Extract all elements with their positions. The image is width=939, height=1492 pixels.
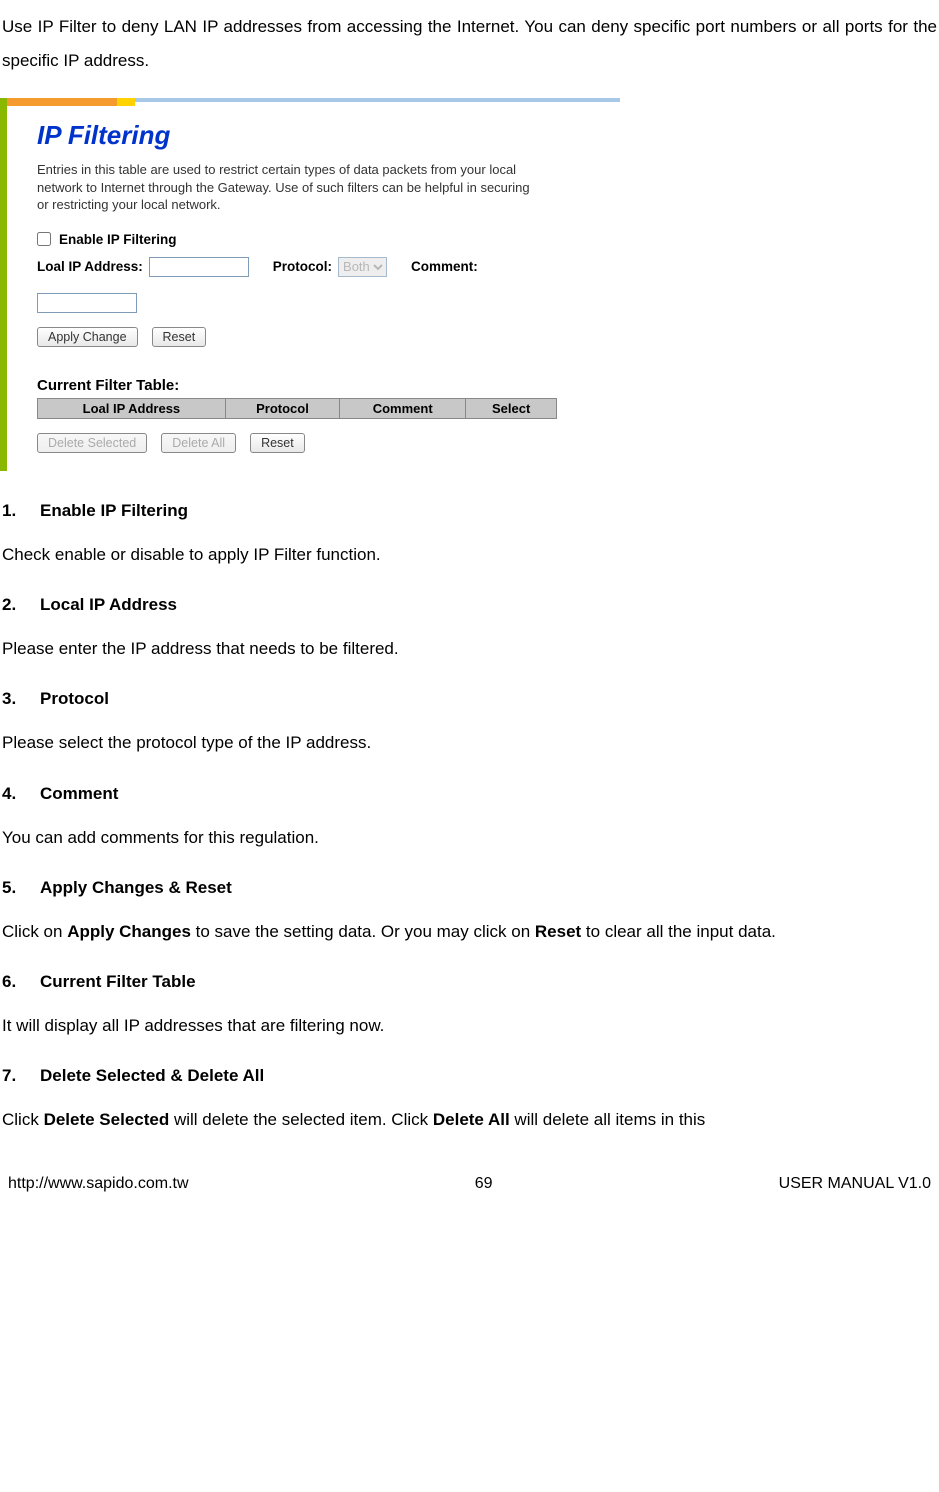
enable-ip-filtering-checkbox[interactable] [37,232,51,246]
page-footer: http://www.sapido.com.tw 69 USER MANUAL … [0,1145,939,1207]
col-protocol: Protocol [225,398,339,418]
item-body: You can add comments for this regulation… [2,822,937,854]
item-title: Protocol [40,689,109,708]
local-ip-label: Loal IP Address: [37,259,143,274]
delete-all-button[interactable]: Delete All [161,433,236,453]
item-4: 4.Comment You can add comments for this … [2,784,937,854]
item-1: 1.Enable IP Filtering Check enable or di… [2,501,937,571]
input-fields-row: Loal IP Address: Protocol: Both Comment: [37,257,600,277]
item-body: Click Delete Selected will delete the se… [2,1104,937,1136]
filter-table: Loal IP Address Protocol Comment Select [37,398,557,419]
intro-paragraph: Use IP Filter to deny LAN IP addresses f… [0,10,939,98]
footer-manual-version: USER MANUAL V1.0 [779,1175,931,1193]
item-title: Current Filter Table [40,972,196,991]
item-title: Delete Selected & Delete All [40,1066,264,1085]
col-comment: Comment [340,398,466,418]
footer-page-number: 69 [475,1175,493,1193]
panel-title: IP Filtering [37,120,600,151]
item-number: 5. [2,878,40,898]
apply-reset-buttons: Apply Change Reset [37,327,600,347]
item-number: 7. [2,1066,40,1086]
item-number: 6. [2,972,40,992]
panel-description: Entries in this table are used to restri… [37,161,537,214]
item-title: Apply Changes & Reset [40,878,232,897]
item-body: Please enter the IP address that needs t… [2,633,937,665]
item-2: 2.Local IP Address Please enter the IP a… [2,595,937,665]
table-buttons-row: Delete Selected Delete All Reset [37,433,600,453]
item-3: 3.Protocol Please select the protocol ty… [2,689,937,759]
ip-filtering-screenshot: IP Filtering Entries in this table are u… [0,98,620,471]
item-title: Enable IP Filtering [40,501,188,520]
item-title: Local IP Address [40,595,177,614]
item-title: Comment [40,784,118,803]
item-number: 4. [2,784,40,804]
enable-ip-filtering-label: Enable IP Filtering [59,232,177,247]
decorative-top-bar [7,98,620,106]
protocol-label: Protocol: [273,259,332,274]
item-7: 7.Delete Selected & Delete All Click Del… [2,1066,937,1136]
item-number: 1. [2,501,40,521]
current-filter-table-label: Current Filter Table: [37,377,600,394]
reset-button[interactable]: Reset [152,327,207,347]
delete-selected-button[interactable]: Delete Selected [37,433,147,453]
col-local-ip: Loal IP Address [38,398,226,418]
reset-table-button[interactable]: Reset [250,433,305,453]
comment-label: Comment: [411,259,478,274]
item-body: Click on Apply Changes to save the setti… [2,916,937,948]
item-body: It will display all IP addresses that ar… [2,1010,937,1042]
table-header-row: Loal IP Address Protocol Comment Select [38,398,557,418]
second-input-row [37,287,600,313]
item-number: 3. [2,689,40,709]
item-body: Check enable or disable to apply IP Filt… [2,539,937,571]
item-6: 6.Current Filter Table It will display a… [2,972,937,1042]
item-body: Please select the protocol type of the I… [2,727,937,759]
footer-url: http://www.sapido.com.tw [8,1175,189,1193]
col-select: Select [466,398,557,418]
apply-change-button[interactable]: Apply Change [37,327,138,347]
enable-ip-filtering-row: Enable IP Filtering [37,232,600,247]
item-number: 2. [2,595,40,615]
comment-input[interactable] [37,293,137,313]
item-5: 5.Apply Changes & Reset Click on Apply C… [2,878,937,948]
protocol-select[interactable]: Both [338,257,387,277]
local-ip-input[interactable] [149,257,249,277]
